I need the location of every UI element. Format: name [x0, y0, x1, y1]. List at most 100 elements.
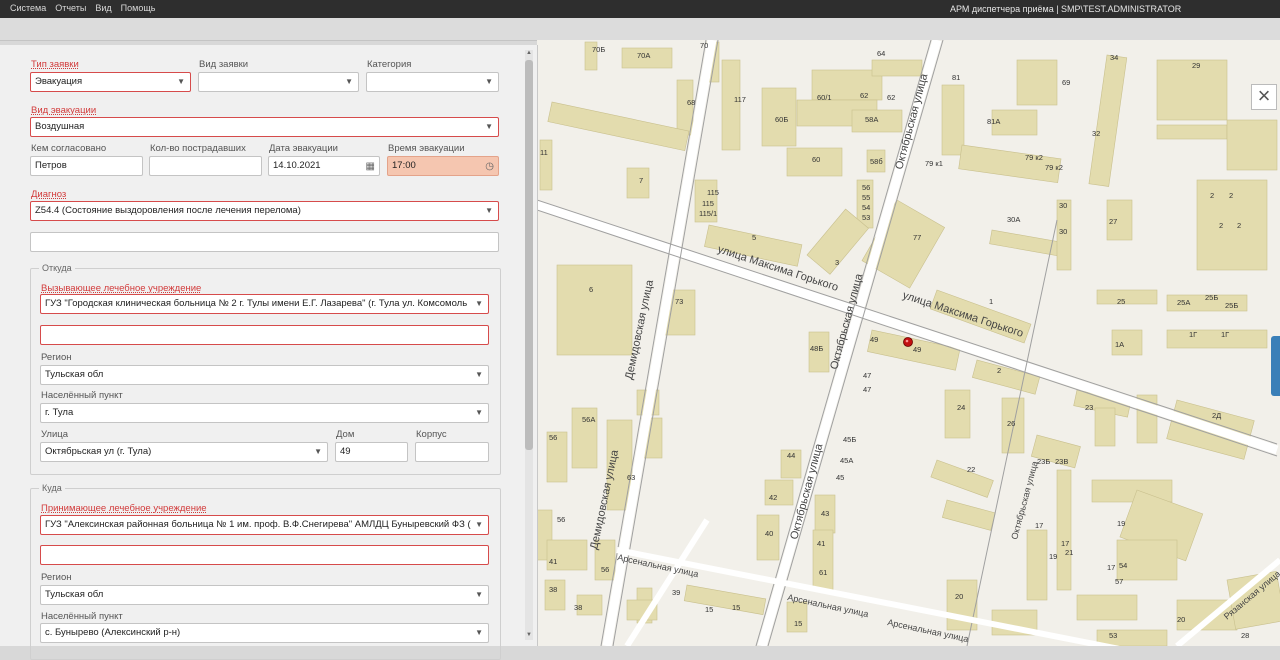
approved-by-input[interactable]: Петров	[30, 156, 143, 176]
request-kind-select[interactable]: ▼	[198, 72, 359, 92]
house-number-label: 63	[627, 473, 635, 482]
form-scrollbar[interactable]: ▲ ▼	[525, 50, 533, 640]
house-number-label: 56	[601, 565, 609, 574]
approved-by-value: Петров	[35, 160, 67, 171]
close-map-button[interactable]: ×	[1251, 84, 1277, 110]
chevron-down-icon: ▼	[177, 77, 185, 86]
from-locality-select[interactable]: г. Тула ▼	[40, 403, 489, 423]
house-number-label: 45Б	[843, 435, 856, 444]
house-number-label: 11	[540, 148, 548, 157]
menu-item-view[interactable]: Вид	[95, 3, 111, 13]
to-region-select[interactable]: Тульская обл ▼	[40, 585, 489, 605]
evac-date-label: Дата эвакуации	[269, 143, 338, 154]
chevron-down-icon: ▼	[475, 299, 483, 308]
house-number-label: 70А	[637, 51, 650, 60]
house-number-label: 69	[1062, 78, 1070, 87]
house-number-label: 62	[860, 91, 868, 100]
house-number-label: 39	[672, 588, 680, 597]
house-number-label: 79 к2	[1045, 163, 1063, 172]
house-number-label: 38	[549, 585, 557, 594]
house-number-label: 2	[1210, 191, 1214, 200]
from-facility-label: Вызывающее лечебное учреждение	[41, 283, 202, 294]
side-panel-toggle[interactable]	[1271, 336, 1280, 396]
victims-count-input[interactable]	[149, 156, 262, 176]
request-type-label: Тип заявки	[31, 59, 79, 70]
house-number-label: 81А	[987, 117, 1000, 126]
address-marker[interactable]	[903, 337, 913, 347]
house-number-label: 60Б	[775, 115, 788, 124]
menu-item-help[interactable]: Помощь	[121, 3, 156, 13]
menu-item-system[interactable]: Система	[10, 3, 46, 13]
house-number-label: 58А	[865, 115, 878, 124]
evac-time-value: 17:00	[392, 160, 416, 171]
scroll-thumb[interactable]	[525, 60, 533, 450]
toolbar-strip	[0, 18, 1280, 41]
house-number-label: 42	[769, 493, 777, 502]
house-number-label: 56	[862, 183, 870, 192]
from-house-input[interactable]: 49	[335, 442, 408, 462]
house-number-label: 3	[835, 258, 839, 267]
house-number-label: 48Б	[810, 344, 823, 353]
house-number-label: 20	[1177, 615, 1185, 624]
approved-by-label: Кем согласовано	[31, 143, 107, 154]
house-number-label: 23Б	[1037, 457, 1050, 466]
evac-type-label: Вид эвакуации	[31, 105, 97, 116]
from-building-input[interactable]	[415, 442, 489, 462]
house-number-label: 17	[1107, 563, 1115, 572]
from-region-select[interactable]: Тульская обл ▼	[40, 365, 489, 385]
house-number-label: 22	[967, 465, 975, 474]
evac-type-value: Воздушная	[35, 121, 85, 132]
house-number-label: 53	[1109, 631, 1117, 640]
category-select[interactable]: ▼	[366, 72, 499, 92]
evac-type-select[interactable]: Воздушная ▼	[30, 117, 499, 137]
evac-time-input[interactable]: 17:00 ◷	[387, 156, 499, 176]
chevron-down-icon: ▼	[475, 370, 483, 379]
from-street-select[interactable]: Октябрьская ул (г. Тула) ▼	[40, 442, 328, 462]
house-number-label: 56	[557, 515, 565, 524]
to-extra-input[interactable]	[40, 545, 489, 565]
house-number-label: 49	[870, 335, 878, 344]
house-number-label: 17	[1035, 521, 1043, 530]
house-number-label: 15	[705, 605, 713, 614]
map-view[interactable]: улица Максима Горького улица Максима Гор…	[537, 40, 1280, 646]
map-canvas[interactable]: улица Максима Горького улица Максима Гор…	[537, 40, 1280, 646]
house-number-label: 55	[862, 193, 870, 202]
house-number-label: 15	[732, 603, 740, 612]
diagnosis-extra-input[interactable]	[30, 232, 499, 252]
request-type-select[interactable]: Эвакуация ▼	[30, 72, 191, 92]
diagnosis-select[interactable]: Z54.4 (Состояние выздоровления после леч…	[30, 201, 499, 221]
app-title: АРМ диспетчера приёма | SMP\TEST.ADMINIS…	[950, 4, 1182, 14]
house-number-label: 79 к2	[1025, 153, 1043, 162]
house-number-label: 57	[1115, 577, 1123, 586]
house-number-label: 61	[819, 568, 827, 577]
diagnosis-label: Диагноз	[31, 189, 67, 200]
to-group-title: Куда	[39, 483, 65, 493]
from-locality-label: Населённый пункт	[41, 390, 123, 401]
house-number-label: 115	[702, 199, 714, 208]
scroll-up-icon[interactable]: ▲	[525, 50, 533, 58]
house-number-label: 2	[1237, 221, 1241, 230]
menu-item-reports[interactable]: Отчеты	[55, 3, 86, 13]
house-number-label: 25Б	[1225, 301, 1238, 310]
house-number-label: 70Б	[592, 45, 605, 54]
house-number-label: 20	[955, 592, 963, 601]
to-facility-select[interactable]: ГУЗ "Алексинская районная больница № 1 и…	[40, 515, 489, 535]
chevron-down-icon: ▼	[314, 447, 322, 456]
from-facility-select[interactable]: ГУЗ "Городская клиническая больница № 2 …	[40, 294, 489, 314]
from-extra-input[interactable]	[40, 325, 489, 345]
menu-bar: Система Отчеты Вид Помощь АРМ диспетчера…	[0, 0, 1280, 18]
house-number-label: 58б	[870, 157, 883, 166]
clock-icon[interactable]: ◷	[485, 158, 494, 175]
to-locality-select[interactable]: с. Бунырево (Алексинский р-н) ▼	[40, 623, 489, 643]
request-type-value: Эвакуация	[35, 76, 83, 87]
house-number-label: 45	[836, 473, 844, 482]
from-region-label: Регион	[41, 352, 72, 363]
chevron-down-icon: ▼	[485, 77, 493, 86]
house-number-label: 73	[675, 297, 683, 306]
evac-date-input[interactable]: 14.10.2021 ▦	[268, 156, 380, 176]
chevron-down-icon: ▼	[475, 590, 483, 599]
calendar-icon[interactable]: ▦	[366, 158, 375, 175]
house-number-label: 47	[863, 371, 871, 380]
scroll-down-icon[interactable]: ▼	[525, 632, 533, 640]
house-number-label: 1А	[1115, 340, 1124, 349]
